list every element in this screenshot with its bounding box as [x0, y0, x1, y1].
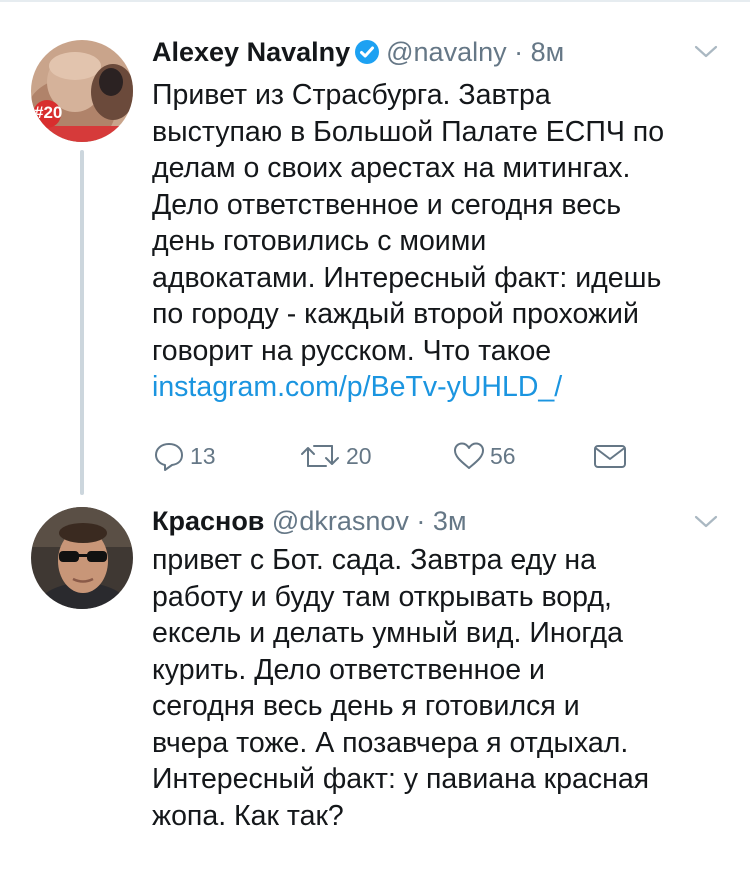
tweet-line: делам о своих арестах на митингах.: [152, 152, 631, 184]
tweet-krasnov[interactable]: Краснов @dkrasnov · 3м привет с Бот. сад…: [0, 495, 750, 869]
retweet-icon: [298, 440, 342, 472]
tweet-line: Привет из Страсбурга. Завтра: [152, 79, 551, 111]
display-name[interactable]: Alexey Navalny: [152, 37, 350, 67]
chevron-down-icon[interactable]: [692, 42, 720, 67]
reply-count: 13: [190, 442, 216, 469]
separator-dot: ·: [416, 506, 426, 536]
retweet-button[interactable]: 20: [298, 440, 372, 472]
avatar-badge: #20: [34, 103, 63, 122]
separator-dot: ·: [514, 37, 524, 67]
timestamp[interactable]: 8м: [531, 37, 565, 67]
thread-line: [80, 150, 84, 495]
avatar[interactable]: #20: [31, 40, 133, 142]
tweet-line: день готовились с моими: [152, 225, 487, 257]
chevron-down-icon[interactable]: [692, 512, 720, 537]
tweet-line: вчера тоже. А позавчера я отдыхал.: [152, 726, 629, 759]
reply-button[interactable]: 13: [152, 440, 216, 472]
tweet-line: работу и буду там открывать ворд,: [152, 580, 612, 613]
tweet-line: жопа. Как так?: [152, 799, 344, 832]
tweet-text: привет с Бот. сада. Завтра еду на работу…: [152, 542, 732, 834]
tweet-header: Alexey Navalny @navalny · 8м: [152, 35, 564, 73]
tweet-link[interactable]: instagram.com/p/BeTv-yUHLD_/: [152, 369, 732, 406]
verified-badge-icon: [354, 39, 380, 73]
timestamp[interactable]: 3м: [433, 506, 467, 536]
direct-message-button[interactable]: [592, 440, 628, 472]
avatar[interactable]: [31, 507, 133, 609]
tweet-line: Дело ответственное и сегодня весь: [152, 188, 622, 221]
tweet-actions: 13 20 56: [152, 440, 652, 480]
tweet-text: Привет из Страсбурга. Завтра выступаю в …: [152, 77, 732, 406]
like-count: 56: [490, 442, 516, 469]
handle[interactable]: @dkrasnov: [272, 506, 409, 536]
tweet-header: Краснов @dkrasnov · 3м: [152, 504, 467, 538]
tweet-line: адвокатами. Интересный факт: идешь: [152, 261, 662, 294]
tweet-line: сегодня весь день я готовился и: [152, 690, 580, 722]
reply-icon: [152, 440, 186, 472]
tweet-navalny[interactable]: #20 Alexey Navalny @navalny · 8м Привет и…: [0, 0, 750, 495]
tweet-line: по городу - каждый второй прохожий: [152, 298, 639, 330]
tweet-line: говорит на русском. Что такое: [152, 334, 552, 367]
tweet-line: Интересный факт: у павиана красная: [152, 763, 650, 795]
envelope-icon: [592, 440, 628, 472]
handle[interactable]: @navalny: [386, 37, 506, 67]
like-button[interactable]: 56: [452, 440, 516, 472]
display-name[interactable]: Краснов: [152, 506, 264, 536]
retweet-count: 20: [346, 442, 372, 469]
heart-icon: [452, 440, 486, 472]
tweet-line: выступаю в Большой Палате ЕСПЧ по: [152, 115, 665, 148]
tweet-line: привет с Бот. сада. Завтра еду на: [152, 544, 597, 576]
tweet-line: курить. Дело ответственное и: [152, 653, 545, 686]
tweet-line: ексель и делать умный вид. Иногда: [152, 617, 624, 649]
